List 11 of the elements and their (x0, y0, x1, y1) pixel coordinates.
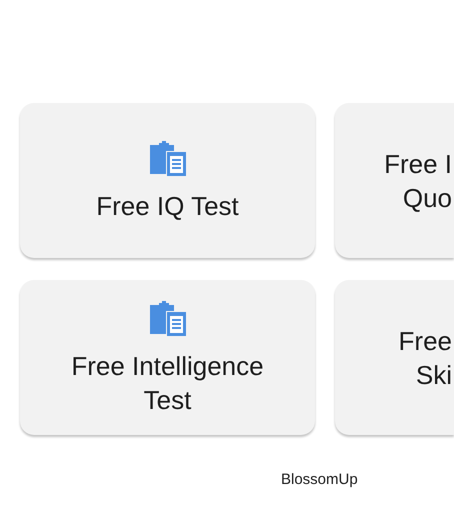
card-background[interactable]: Free I Quo (335, 103, 454, 258)
clipboard-icon (148, 138, 188, 178)
footer-brand: BlossomUp (280, 471, 359, 488)
card-label: Free IQ Test (96, 190, 239, 222)
card-label: Free I Quo (384, 148, 452, 214)
card-label: Free Ski (398, 324, 452, 392)
card-background[interactable]: Free IQ Test (20, 103, 315, 258)
card-background[interactable]: Free Ski (335, 280, 454, 435)
clipboard-icon (148, 298, 188, 338)
card-label: Free Intelligence Test (70, 350, 265, 416)
card-background[interactable]: Free Intelligence Test (20, 280, 315, 435)
